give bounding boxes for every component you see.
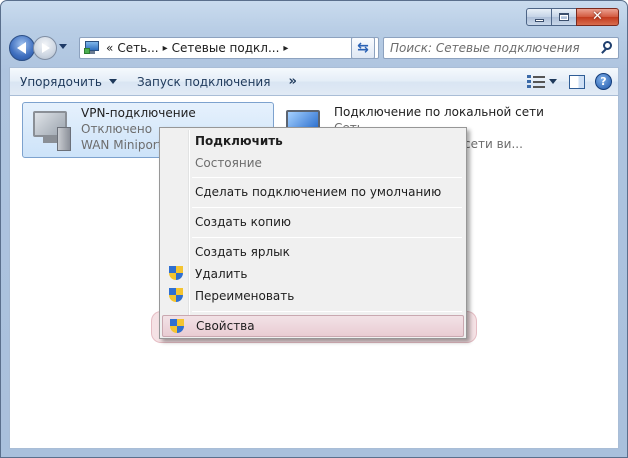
minimize-icon xyxy=(534,18,544,22)
search-icon[interactable] xyxy=(598,38,618,58)
chevron-down-icon xyxy=(108,79,117,84)
uac-shield-icon xyxy=(169,288,183,304)
menu-separator xyxy=(192,311,462,312)
uac-shield-icon xyxy=(169,266,183,282)
menu-item-create-shortcut[interactable]: Создать ярлык xyxy=(162,241,464,263)
menu-item-rename[interactable]: Переименовать xyxy=(162,285,464,307)
change-view-icon[interactable] xyxy=(527,74,545,90)
help-icon[interactable]: ? xyxy=(595,73,612,90)
recent-pages-dropdown[interactable] xyxy=(59,44,67,49)
menu-item-label: Создать копию xyxy=(195,215,291,229)
organize-button[interactable]: Упорядочить xyxy=(10,71,127,93)
vpn-computer-icon xyxy=(29,109,75,153)
context-menu: Подключить Состояние Сделать подключение… xyxy=(159,127,467,339)
network-connections-icon xyxy=(84,40,100,56)
close-icon: ✕ xyxy=(592,9,603,24)
uac-shield-icon xyxy=(170,319,184,335)
search-box xyxy=(383,37,619,59)
connection-name: VPN-подключение xyxy=(81,106,196,120)
forward-button[interactable] xyxy=(33,36,57,60)
breadcrumb-network-connections[interactable]: Сетевые подкл... xyxy=(172,41,280,55)
minimize-button[interactable] xyxy=(526,8,552,26)
menu-item-label: Сделать подключением по умолчанию xyxy=(195,185,442,199)
menu-separator xyxy=(192,177,462,178)
menu-item-label: Состояние xyxy=(195,156,262,170)
breadcrumb-network[interactable]: Сеть... xyxy=(117,41,158,55)
start-connection-button[interactable]: Запуск подключения xyxy=(127,71,281,93)
breadcrumb-separator[interactable]: ▸ xyxy=(163,43,168,54)
maximize-icon xyxy=(559,13,569,21)
address-bar[interactable]: « Сеть... ▸ Сетевые подкл... ▸ xyxy=(79,37,379,59)
menu-item-label: Удалить xyxy=(195,267,248,281)
refresh-button[interactable]: ⇆ xyxy=(351,37,375,59)
menu-item-label: Подключить xyxy=(195,134,283,148)
breadcrumb-overflow[interactable]: « xyxy=(106,41,113,55)
menu-item-label: Переименовать xyxy=(195,289,295,303)
explorer-window: ✕ « Сеть... ▸ Сетевые подкл... ▸ ⇆ Упоря… xyxy=(0,0,628,458)
back-button[interactable] xyxy=(9,35,35,61)
menu-item-status: Состояние xyxy=(162,152,464,174)
command-bar-right: ? xyxy=(521,73,618,90)
preview-pane-icon[interactable] xyxy=(569,74,585,89)
search-input[interactable] xyxy=(384,39,598,57)
arrow-right-icon xyxy=(42,43,50,53)
caption-buttons: ✕ xyxy=(526,8,619,26)
view-options-dropdown[interactable] xyxy=(549,79,557,84)
menu-item-label: Свойства xyxy=(196,319,255,333)
close-button[interactable]: ✕ xyxy=(576,8,619,26)
menu-separator xyxy=(192,207,462,208)
menu-item-connect[interactable]: Подключить xyxy=(162,130,464,152)
menu-item-create-copy[interactable]: Создать копию xyxy=(162,211,464,233)
command-bar: Упорядочить Запуск подключения » ? xyxy=(9,67,619,95)
organize-label: Упорядочить xyxy=(20,74,102,89)
breadcrumb-separator-end[interactable]: ▸ xyxy=(283,43,288,54)
connection-name: Подключение по локальной сети xyxy=(334,105,544,119)
menu-item-properties[interactable]: Свойства xyxy=(162,315,464,337)
refresh-icon: ⇆ xyxy=(357,40,369,56)
menu-separator xyxy=(192,237,462,238)
menu-item-delete[interactable]: Удалить xyxy=(162,263,464,285)
start-connection-label: Запуск подключения xyxy=(136,74,271,89)
navigation-row: « Сеть... ▸ Сетевые подкл... ▸ ⇆ xyxy=(9,35,619,61)
menu-item-set-default[interactable]: Сделать подключением по умолчанию xyxy=(162,181,464,203)
menu-item-label: Создать ярлык xyxy=(195,245,290,259)
more-commands-button[interactable]: » xyxy=(280,71,304,93)
arrow-left-icon xyxy=(16,42,26,54)
maximize-button[interactable] xyxy=(551,8,577,26)
